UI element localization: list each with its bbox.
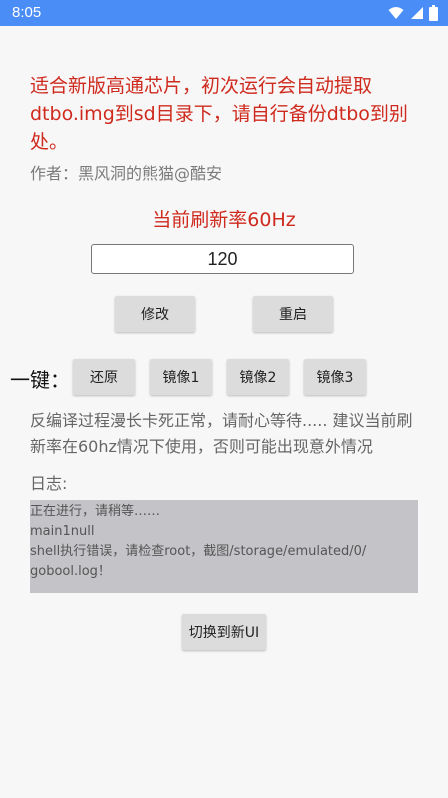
rate-input[interactable] [91, 244, 354, 274]
mirror3-button[interactable]: 镜像3 [304, 359, 366, 395]
description-text: 反编译过程漫长卡死正常，请耐心等待..... 建议当前刷新率在60hz情况下使用… [30, 411, 413, 456]
log-line: gobool.log！ [30, 564, 111, 579]
mirror2-button[interactable]: 镜像2 [227, 359, 289, 395]
log-label: 日志: [30, 474, 68, 493]
switch-ui-button[interactable]: 切换到新UI [182, 614, 266, 650]
one-key-label: 一键： [10, 368, 70, 392]
signal-icon [409, 5, 424, 24]
mirror1-button[interactable]: 镜像1 [150, 359, 212, 395]
wifi-icon [388, 5, 404, 24]
restart-button[interactable]: 重启 [253, 296, 333, 332]
log-line: main1null [30, 524, 95, 539]
current-rate-label: 当前刷新率60Hz [152, 209, 296, 231]
status-time: 8:05 [12, 4, 42, 21]
status-icons [388, 4, 438, 22]
author-text: 作者：黑风洞的熊猫@酷安 [30, 164, 223, 183]
log-output: 正在进行，请稍等…… main1null shell执行错误，请检查root，截… [30, 500, 418, 593]
battery-icon [429, 4, 438, 25]
restore-button[interactable]: 还原 [73, 359, 135, 395]
log-line: shell执行错误，请检查root，截图/storage/emulated/0/ [30, 544, 367, 559]
notice-text: 适合新版高通芯片，初次运行会自动提取dtbo.img到sd目录下，请自行备份dt… [30, 75, 408, 153]
log-line: 正在进行，请稍等…… [30, 504, 161, 519]
modify-button[interactable]: 修改 [115, 296, 195, 332]
status-bar: 8:05 [0, 0, 448, 26]
